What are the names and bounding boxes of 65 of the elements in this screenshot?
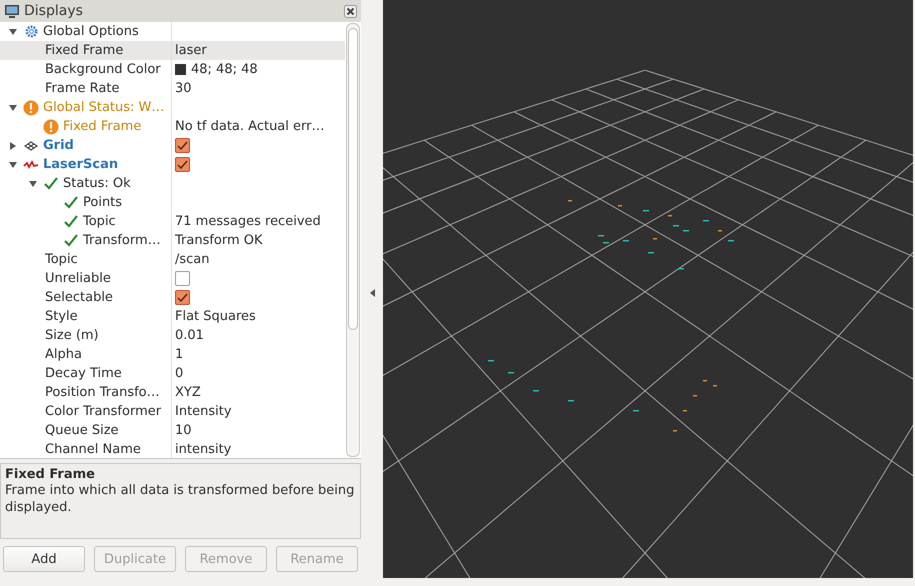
property-value: Transform OK — [175, 233, 263, 248]
property-name: Grid — [43, 138, 74, 153]
property-name: Queue Size — [45, 423, 119, 438]
expanded-arrow-icon[interactable] — [9, 104, 17, 112]
checkmark-icon — [44, 177, 58, 190]
close-icon[interactable] — [344, 4, 357, 18]
property-value: intensity — [175, 442, 232, 457]
property-name: Fixed Frame — [45, 43, 124, 58]
property-name: Color Transformer — [45, 404, 162, 419]
expanded-arrow-icon[interactable] — [9, 160, 17, 168]
property-value: 1 — [175, 347, 184, 362]
scan-line-icon — [23, 160, 39, 170]
property-value: /scan — [175, 252, 210, 267]
property-value: Intensity — [175, 404, 232, 419]
scrollbar[interactable] — [346, 23, 360, 457]
property-value: 71 messages received — [175, 214, 321, 229]
checkmark-icon — [64, 234, 78, 247]
checkmark-icon — [64, 215, 78, 228]
warning-icon — [23, 100, 39, 116]
property-name: Global Options — [43, 24, 139, 39]
property-value: No tf data. Actual err… — [175, 119, 324, 134]
property-name: Transform… — [83, 233, 161, 248]
property-value: 10 — [175, 423, 192, 438]
property-value: 0.01 — [175, 328, 204, 343]
property-name: LaserScan — [43, 157, 118, 172]
collapse-arrow-icon[interactable] — [370, 289, 374, 297]
description-title: Fixed Frame — [5, 467, 96, 482]
panel-button[interactable]: Add — [3, 546, 85, 572]
property-name: Frame Rate — [45, 81, 120, 96]
checkbox[interactable] — [175, 157, 190, 172]
tree-row[interactable]: Fixed Frame laser — [0, 41, 345, 60]
property-name: Position Transfo… — [45, 385, 160, 400]
expanded-arrow-icon[interactable] — [29, 180, 37, 188]
expanded-arrow-icon[interactable] — [9, 28, 17, 36]
property-name: Points — [83, 195, 122, 210]
checkmark-icon — [64, 196, 78, 209]
property-value: 0 — [175, 366, 184, 381]
monitor-icon — [4, 4, 20, 18]
property-value: XYZ — [175, 385, 201, 400]
property-name: Topic — [83, 214, 116, 229]
property-name: Fixed Frame — [63, 119, 142, 134]
property-name: Decay Time — [45, 366, 122, 381]
property-value: Flat Squares — [175, 309, 256, 324]
gear-icon — [24, 25, 38, 38]
property-name: Style — [45, 309, 78, 324]
collapsed-arrow-icon[interactable] — [9, 142, 17, 150]
property-name: Background Color — [45, 62, 161, 77]
warning-icon — [43, 118, 59, 134]
property-name: Selectable — [45, 290, 113, 305]
grid-icon — [24, 140, 38, 150]
checkbox[interactable] — [175, 138, 190, 153]
property-name: Topic — [45, 252, 78, 267]
property-name: Global Status: W… — [43, 100, 164, 115]
property-value: 30 — [175, 81, 192, 96]
checkbox[interactable] — [175, 290, 190, 305]
checkbox[interactable] — [175, 271, 190, 286]
property-name: Channel Name — [45, 442, 141, 457]
property-name: Size (m) — [45, 328, 99, 343]
property-value: laser — [175, 43, 207, 58]
property-value: 48; 48; 48 — [191, 62, 258, 77]
property-name: Alpha — [45, 347, 82, 362]
description-text: Frame into which all data is transformed before being displayed. — [5, 482, 356, 516]
property-name: Status: Ok — [63, 176, 131, 191]
panel-title: Displays — [24, 3, 84, 19]
property-name: Unreliable — [45, 271, 111, 286]
